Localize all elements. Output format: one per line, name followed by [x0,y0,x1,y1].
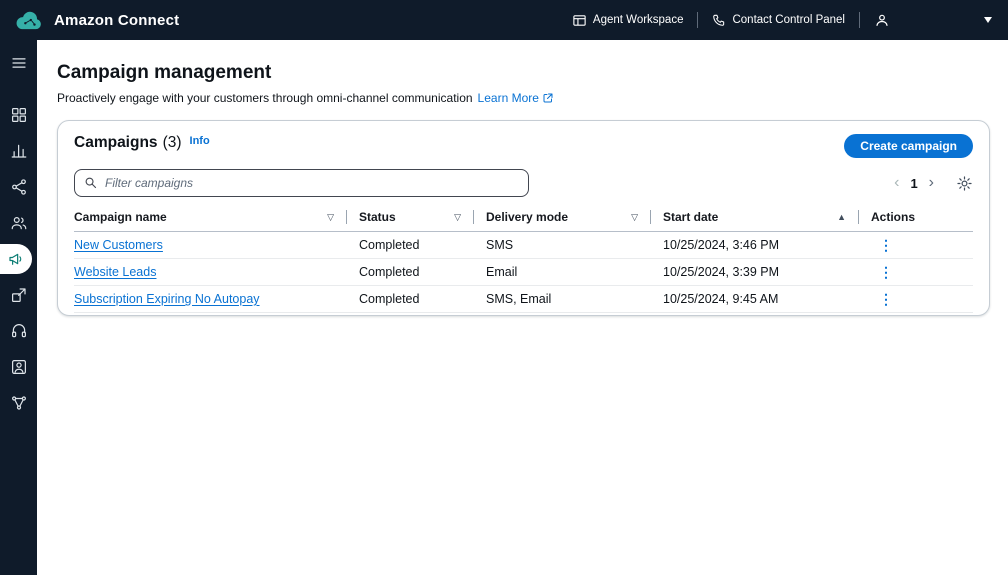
hamburger-menu-icon [11,58,26,68]
routing-share-icon [11,179,26,195]
user-icon [876,14,888,26]
topnav: Agent Workspace Contact Control Panel [572,12,992,28]
sidebar-item-users[interactable] [0,208,37,238]
topnav-divider [859,12,860,28]
column-label: Campaign name [74,210,167,224]
agent-workspace-label: Agent Workspace [592,14,684,26]
status-cell: Completed [359,292,420,306]
filter-caret-icon: ▽ [454,211,461,222]
row-actions-menu-icon[interactable]: ⋮ [879,238,893,252]
dashboard-grid-icon [11,108,26,122]
sidebar-menu-toggle[interactable] [0,48,37,78]
contact-card-icon [11,360,26,374]
workspace-icon [573,14,586,26]
actions-cell: ⋮ [859,265,973,280]
page-subtitle-text: Proactively engage with your customers t… [57,91,473,105]
page-subtitle: Proactively engage with your customers t… [57,91,990,105]
campaigns-card-title: Campaigns [74,134,158,151]
topnav-divider [697,12,699,28]
pagination-prev-icon[interactable]: ‹ [894,174,899,192]
delivery-mode-cell: SMS [486,238,514,252]
column-header-delivery-mode[interactable]: Delivery mode ▽ [474,210,651,224]
column-label: Delivery mode [486,210,569,224]
campaign-link[interactable]: Website Leads [74,265,156,279]
top-navigation-bar: Amazon Connect Agent Workspace Contact C… [0,0,1008,40]
sidebar-item-routing[interactable] [0,172,37,202]
page-title: Campaign management [57,62,272,83]
left-sidebar [0,40,37,575]
table-header-row: Campaign name ▽ Status ▽ Delivery mode ▽… [74,210,973,232]
external-link-icon [543,93,553,103]
campaign-name-cell: New Customers [74,238,347,252]
filter-caret-icon: ▽ [631,211,638,222]
agent-workspace-link[interactable]: Agent Workspace [572,13,684,28]
brand-home-link[interactable]: Amazon Connect [14,10,179,31]
pagination-next-icon[interactable]: › [929,174,934,192]
sidebar-item-integrations[interactable] [0,388,37,418]
column-label: Start date [663,210,719,224]
campaigns-count: (3) [162,134,182,151]
column-header-start-date[interactable]: Start date ▲ [651,210,859,224]
contact-control-panel-label: Contact Control Panel [732,14,845,26]
delivery-mode-cell: Email [486,265,518,279]
phone-icon [713,14,725,26]
actions-cell: ⋮ [859,238,973,253]
campaign-link[interactable]: New Customers [74,238,163,252]
main-content: Campaign management Proactively engage w… [37,40,1008,575]
filter-field [74,169,529,197]
column-header-campaign-name[interactable]: Campaign name ▽ [74,210,347,224]
start-date-cell: 10/25/2024, 3:46 PM [663,238,780,252]
sort-ascending-icon: ▲ [837,212,846,222]
brand-name: Amazon Connect [54,11,180,29]
actions-cell: ⋮ [859,292,973,307]
bar-chart-icon [11,144,26,158]
sidebar-item-campaigns[interactable] [0,244,32,274]
table-row: Website Leads Completed Email 10/25/2024… [74,259,973,286]
column-header-status[interactable]: Status ▽ [347,210,474,224]
column-label: Status [359,210,396,224]
start-date-cell: 10/25/2024, 9:45 AM [663,292,779,306]
delivery-mode-cell: SMS, Email [486,292,552,306]
sidebar-item-agent-tools[interactable] [0,316,37,346]
search-icon [85,177,97,189]
info-link[interactable]: Info [190,135,210,147]
sidebar-item-outbound[interactable] [0,280,37,310]
amazon-connect-app: Amazon Connect Agent Workspace Contact C… [0,0,1008,575]
table-row: Subscription Expiring No Autopay Complet… [74,286,973,313]
pagination-page-1[interactable]: 1 [910,176,917,191]
learn-more-link[interactable]: Learn More [478,91,554,105]
column-header-actions: Actions [859,210,973,224]
campaign-megaphone-icon [9,253,22,265]
headset-icon [11,324,26,338]
row-actions-menu-icon[interactable]: ⋮ [879,292,893,306]
sidebar-item-contacts[interactable] [0,352,37,382]
row-actions-menu-icon[interactable]: ⋮ [879,265,893,279]
pagination: ‹ 1 › [894,174,934,192]
campaign-link[interactable]: Subscription Expiring No Autopay [74,292,260,306]
contact-control-panel-link[interactable]: Contact Control Panel [712,13,845,27]
campaign-name-cell: Website Leads [74,265,347,279]
amazon-connect-logo-icon [16,11,41,29]
table-settings-button[interactable] [956,175,973,192]
create-campaign-button[interactable]: Create campaign [844,134,973,158]
account-dropdown-caret-icon[interactable] [984,17,992,27]
filter-campaigns-input[interactable] [74,169,529,197]
users-icon [11,217,26,230]
network-nodes-icon [11,396,26,410]
campaigns-card: Campaigns (3) Info Create campaign ‹ [57,120,990,316]
campaign-name-cell: Subscription Expiring No Autopay [74,292,347,306]
column-label: Actions [871,210,916,224]
filter-caret-icon: ▽ [327,211,334,222]
gear-icon [957,175,972,191]
start-date-cell: 10/25/2024, 3:39 PM [663,265,780,279]
status-cell: Completed [359,238,420,252]
status-cell: Completed [359,265,420,279]
sidebar-item-metrics[interactable] [0,136,37,166]
user-menu-button[interactable] [874,12,890,28]
sidebar-item-dashboard[interactable] [0,100,37,130]
table-row: New Customers Completed SMS 10/25/2024, … [74,232,973,259]
box-arrow-out-icon [11,288,26,302]
learn-more-label: Learn More [477,91,539,105]
